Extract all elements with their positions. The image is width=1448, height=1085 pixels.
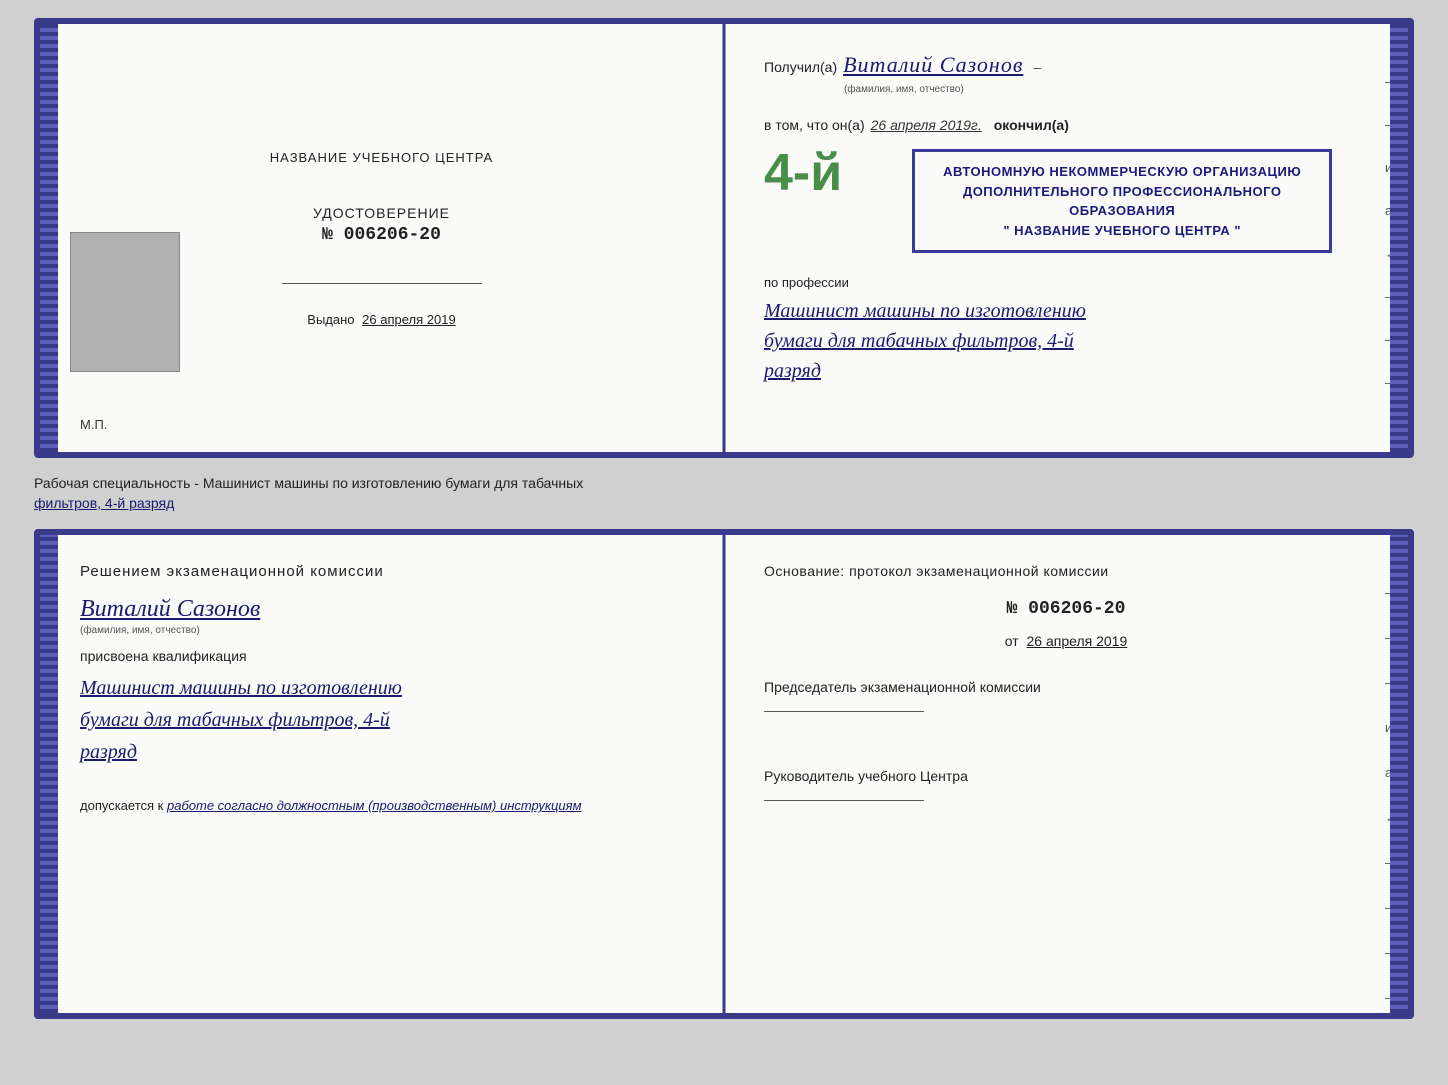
udostoverenie-title: УДОСТОВЕРЕНИЕ (313, 205, 450, 221)
info-line2: фильтров, 4-й разряд (34, 495, 174, 511)
qualification-text: Машинист машины по изготовлению бумаги д… (80, 672, 683, 768)
profession-line2: бумаги для табачных фильтров, 4-й (764, 326, 1368, 356)
dopuskaetsya-label: допускается к (80, 798, 163, 813)
cert-top-right-page: Получил(а) Виталий Сазонов – (фамилия, и… (724, 24, 1408, 452)
profession-text-top: Машинист машины по изготовлению бумаги д… (764, 296, 1368, 386)
dopuskaetsya-value: работе согласно должностным (производств… (167, 798, 582, 813)
ot-label: от (1005, 633, 1019, 649)
chairman-block: Председатель экзаменационной комиссии (764, 679, 1368, 718)
qual-line3: разряд (80, 736, 683, 768)
profession-line3: разряд (764, 356, 1368, 386)
info-text-area: Рабочая специальность - Машинист машины … (34, 470, 1414, 517)
hyphen-top: – (1033, 59, 1041, 75)
vtom-line: в том, что он(а) 26 апреля 2019г. окончи… (764, 117, 1368, 133)
cert-top-left-page: НАЗВАНИЕ УЧЕБНОГО ЦЕНТРА УДОСТОВЕРЕНИЕ №… (40, 24, 724, 452)
cert-bottom: Решением экзаменационной комиссии Витали… (34, 529, 1414, 1019)
okonchil-label: окончил(а) (994, 117, 1069, 133)
vydano-date: 26 апреля 2019 (362, 312, 456, 327)
info-line1: Рабочая специальность - Машинист машины … (34, 475, 583, 491)
rukovoditel-block: Руководитель учебного Центра (764, 768, 1368, 807)
stamp-block: АВТОНОМНУЮ НЕКОММЕРЧЕСКУЮ ОРГАНИЗАЦИЮ ДО… (912, 149, 1332, 253)
cert-bottom-left-page: Решением экзаменационной комиссии Витали… (40, 535, 724, 1013)
qual-line1: Машинист машины по изготовлению (80, 672, 683, 704)
rukovoditel-signature-line (764, 800, 924, 801)
prisvoena-label: присвоена квалификация (80, 648, 683, 664)
vydano-line: Выдано 26 апреля 2019 (307, 312, 455, 327)
cert-number-top: № 006206-20 (313, 225, 450, 245)
vtom-label: в том, что он(а) (764, 117, 865, 133)
dopuskaetsya-block: допускается к работе согласно должностны… (80, 798, 683, 813)
right-border-strip-bottom (1390, 535, 1408, 1013)
profession-line1: Машинист машины по изготовлению (764, 296, 1368, 326)
poluchil-line: Получил(а) Виталий Сазонов – (764, 52, 1368, 78)
cert-bottom-right-page: Основание: протокол экзаменационной коми… (724, 535, 1408, 1013)
stamp-area: 4-й АВТОНОМНУЮ НЕКОММЕРЧЕСКУЮ ОРГАНИЗАЦИ… (764, 143, 1368, 263)
big-number: 4-й (764, 143, 842, 203)
poluchil-label: Получил(а) (764, 59, 837, 75)
chairman-label: Председатель экзаменационной комиссии (764, 679, 1041, 695)
rukovoditel-label: Руководитель учебного Центра (764, 768, 968, 784)
vydano-label: Выдано (307, 312, 354, 327)
stamp-line3: " НАЗВАНИЕ УЧЕБНОГО ЦЕНТРА " (931, 221, 1313, 241)
ot-date-line: от 26 апреля 2019 (764, 633, 1368, 649)
cert-top: НАЗВАНИЕ УЧЕБНОГО ЦЕНТРА УДОСТОВЕРЕНИЕ №… (34, 18, 1414, 458)
udostoverenie-block: УДОСТОВЕРЕНИЕ № 006206-20 (313, 205, 450, 245)
recipient-name-top: Виталий Сазонов (843, 52, 1023, 78)
fio-subtitle-bottom: (фамилия, имя, отчество) (80, 625, 683, 636)
right-border-strip-top (1390, 24, 1408, 452)
resheniem-label: Решением экзаменационной комиссии (80, 563, 683, 580)
mp-label: М.П. (80, 417, 107, 432)
chairman-signature-line (764, 711, 924, 712)
fio-name-bottom: Виталий Сазонов (80, 596, 683, 623)
stamp-line1: АВТОНОМНУЮ НЕКОММЕРЧЕСКУЮ ОРГАНИЗАЦИЮ (931, 162, 1313, 182)
po-professii-label: по профессии (764, 275, 1368, 290)
stamp-line2: ДОПОЛНИТЕЛЬНОГО ПРОФЕССИОНАЛЬНОГО ОБРАЗО… (931, 182, 1313, 221)
vtom-date: 26 апреля 2019г. (871, 117, 982, 133)
fio-subtitle-top: (фамилия, имя, отчество) (844, 84, 1368, 95)
qual-line2: бумаги для табачных фильтров, 4-й (80, 704, 683, 736)
photo-placeholder (70, 232, 180, 372)
divider-line-1 (282, 283, 482, 284)
page-background: НАЗВАНИЕ УЧЕБНОГО ЦЕНТРА УДОСТОВЕРЕНИЕ №… (0, 0, 1448, 1085)
osnovanie-label: Основание: протокол экзаменационной коми… (764, 563, 1368, 579)
training-center-label-top: НАЗВАНИЕ УЧЕБНОГО ЦЕНТРА (270, 150, 493, 165)
left-border-strip-bottom (40, 535, 58, 1013)
ot-date: 26 апреля 2019 (1027, 633, 1128, 649)
protocol-number-bottom: № 006206-20 (764, 599, 1368, 619)
